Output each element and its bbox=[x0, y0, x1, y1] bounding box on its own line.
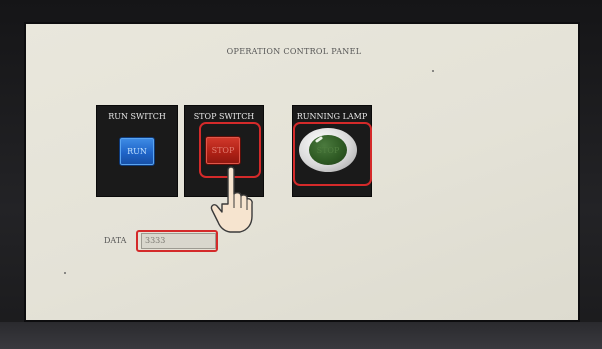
pointing-hand-icon bbox=[210, 166, 253, 233]
screen-speck bbox=[64, 272, 66, 274]
run-button[interactable]: RUN bbox=[119, 137, 155, 166]
page-title: OPERATION CONTROL PANEL bbox=[226, 47, 362, 56]
data-label: DATA bbox=[104, 236, 127, 245]
device-bezel-bottom bbox=[0, 322, 602, 349]
run-button-text: RUN bbox=[127, 147, 147, 156]
run-switch-panel: RUN SWITCH RUN bbox=[96, 105, 178, 197]
hmi-screen: OPERATION CONTROL PANEL RUN SWITCH RUN S… bbox=[24, 22, 580, 322]
data-field-highlight bbox=[136, 230, 218, 252]
stop-switch-label: STOP SWITCH bbox=[193, 112, 255, 121]
run-switch-label: RUN SWITCH bbox=[108, 112, 166, 121]
running-lamp-highlight bbox=[293, 122, 372, 186]
running-lamp-label: RUNNING LAMP bbox=[296, 112, 368, 121]
screen-speck bbox=[432, 70, 434, 72]
